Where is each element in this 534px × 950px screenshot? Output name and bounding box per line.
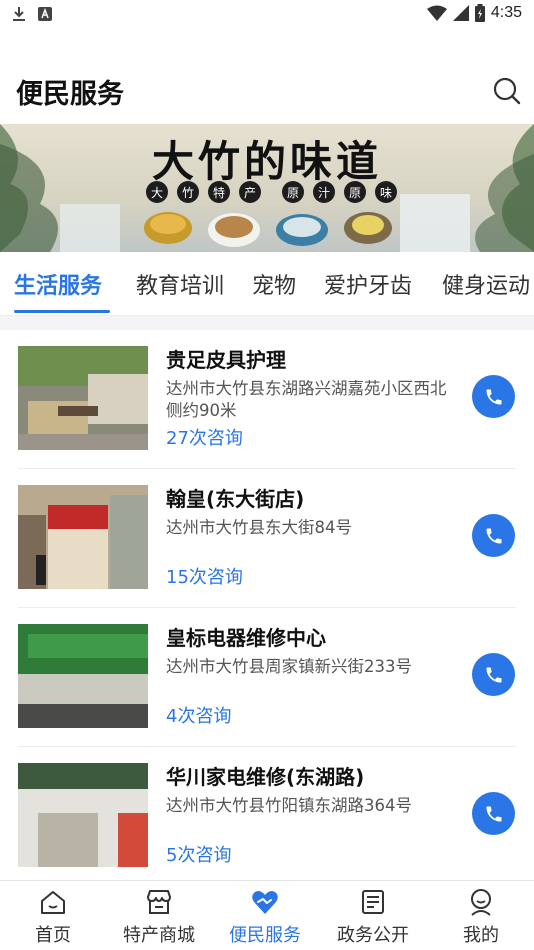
tab-education[interactable]: 教育培训: [136, 268, 224, 300]
call-button[interactable]: [472, 653, 515, 696]
tab-pets[interactable]: 宠物: [252, 268, 296, 300]
banner-char: 特: [213, 185, 225, 200]
call-button[interactable]: [472, 792, 515, 835]
list-item[interactable]: 华川家电维修(东湖路) 达州市大竹县竹阳镇东湖路364号 5次咨询: [18, 747, 516, 880]
listing-name: 皇标电器维修中心: [166, 626, 326, 650]
shop-photo: [18, 624, 148, 728]
nav-government[interactable]: 政务公开: [320, 887, 426, 947]
nav-label: 我的: [463, 925, 499, 946]
banner-title: 大竹的味道: [152, 137, 382, 186]
heart-handshake-icon: [252, 891, 278, 914]
banner[interactable]: 大竹的味道 大 竹 特 产 原 汁 原 味: [0, 124, 534, 252]
banner-char: 味: [380, 186, 392, 200]
profile-icon: [471, 889, 491, 916]
phone-icon: [486, 528, 501, 543]
battery-icon: [474, 4, 485, 22]
nav-label: 特产商城: [123, 925, 195, 946]
page-title: 便民服务: [16, 79, 124, 110]
shop-photo: [18, 485, 148, 589]
nav-home[interactable]: 首页: [0, 887, 106, 947]
phone-icon: [486, 806, 501, 821]
listing-address: 达州市大竹县竹阳镇东湖路364号: [166, 796, 412, 815]
shop-photo: [18, 346, 148, 450]
banner-char: 原: [349, 186, 361, 200]
listing-name: 华川家电维修(东湖路): [166, 765, 365, 789]
document-icon: [362, 890, 384, 914]
shop-photo: [18, 763, 148, 867]
service-list: 贵足皮具护理 达州市大竹县东湖路兴湖嘉苑小区西北侧约90米 27次咨询 翰皇(东…: [0, 330, 534, 880]
a-badge-icon: [38, 7, 52, 21]
bottom-nav: 首页 特产商城 便民服务 政务公开 我的: [0, 880, 534, 950]
search-button[interactable]: [490, 74, 524, 108]
list-item[interactable]: 皇标电器维修中心 达州市大竹县周家镇新兴街233号 4次咨询: [18, 608, 516, 747]
banner-char: 产: [244, 186, 256, 200]
header: 便民服务: [0, 52, 534, 124]
store-icon: [147, 890, 171, 914]
phone-icon: [486, 389, 501, 404]
nav-label: 首页: [35, 925, 71, 946]
consult-count: 15次咨询: [166, 567, 243, 588]
banner-char: 大: [151, 186, 163, 200]
nav-profile[interactable]: 我的: [428, 887, 534, 947]
nav-label: 便民服务: [229, 925, 301, 946]
home-icon: [41, 891, 65, 914]
listing-address: 达州市大竹县东大街84号: [166, 518, 352, 537]
consult-count: 4次咨询: [166, 706, 232, 727]
call-button[interactable]: [472, 375, 515, 418]
listing-address: 达州市大竹县周家镇新兴街233号: [166, 657, 412, 676]
search-icon: [493, 77, 521, 105]
tab-dental-care[interactable]: 爱护牙齿: [324, 268, 412, 300]
banner-char: 原: [287, 186, 299, 200]
nav-services[interactable]: 便民服务: [212, 887, 318, 947]
listing-name: 翰皇(东大街店): [166, 487, 305, 511]
listing-address: 达州市大竹县东湖路兴湖嘉苑小区西北侧约90米: [166, 379, 447, 420]
tab-fitness[interactable]: 健身运动: [442, 268, 530, 300]
status-time: 4:35: [490, 4, 522, 21]
category-tabs: 生活服务 教育培训 宠物 爱护牙齿 健身运动: [0, 256, 534, 316]
wifi-icon: [426, 5, 447, 21]
call-button[interactable]: [472, 514, 515, 557]
list-item[interactable]: 翰皇(东大街店) 达州市大竹县东大街84号 15次咨询: [18, 469, 516, 608]
listing-name: 贵足皮具护理: [166, 348, 286, 372]
nav-store[interactable]: 特产商城: [106, 887, 212, 947]
list-item[interactable]: 贵足皮具护理 达州市大竹县东湖路兴湖嘉苑小区西北侧约90米 27次咨询: [18, 330, 516, 469]
nav-label: 政务公开: [337, 925, 409, 946]
tab-life-services[interactable]: 生活服务: [14, 268, 102, 300]
consult-count: 27次咨询: [166, 428, 243, 449]
download-icon: [13, 7, 25, 21]
signal-icon: [452, 5, 469, 21]
banner-char: 竹: [182, 186, 194, 200]
consult-count: 5次咨询: [166, 845, 232, 866]
phone-icon: [486, 667, 501, 682]
active-tab-indicator: [14, 310, 110, 313]
divider: [0, 316, 534, 330]
status-bar: 4:35: [0, 0, 534, 30]
banner-char: 汁: [318, 186, 330, 200]
